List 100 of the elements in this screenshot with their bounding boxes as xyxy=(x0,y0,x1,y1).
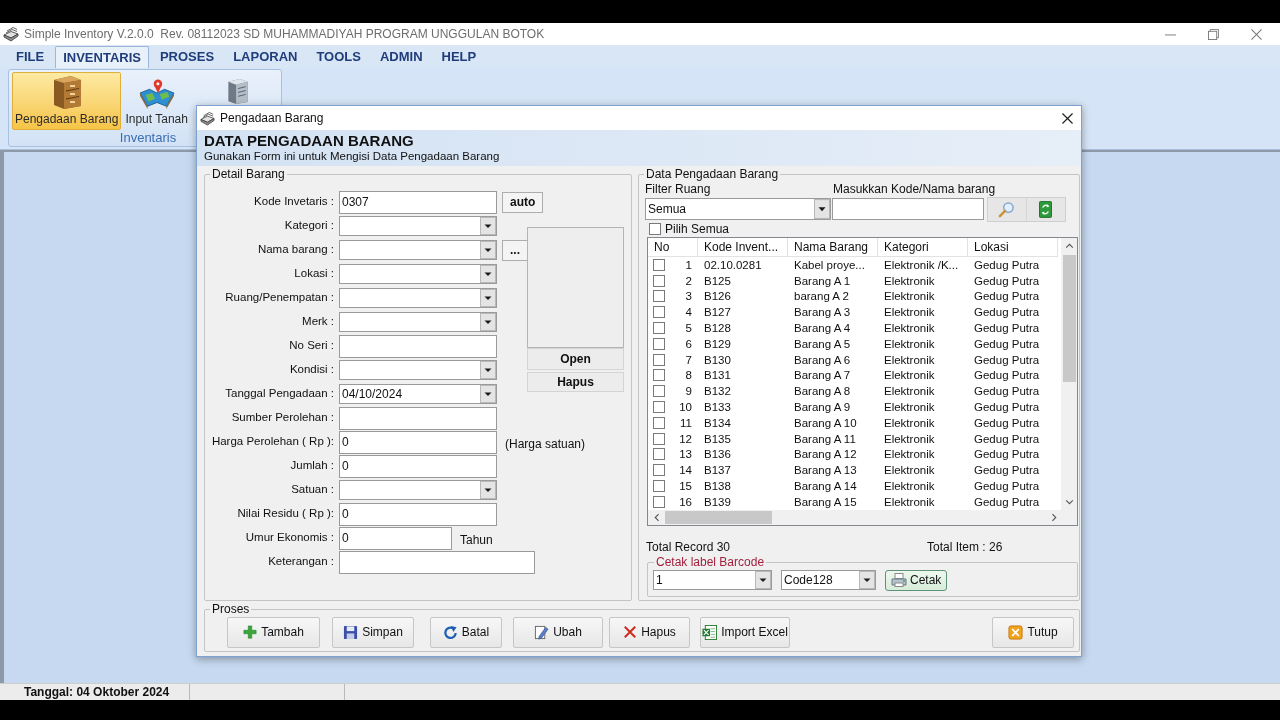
close-icon[interactable] xyxy=(1062,112,1073,124)
row-checkbox[interactable] xyxy=(653,290,665,303)
group-title: Data Pengadaan Barang xyxy=(645,167,780,181)
row-checkbox[interactable] xyxy=(653,274,665,287)
server-icon[interactable] xyxy=(225,78,250,105)
ribbon-button[interactable]: Pengadaan Barang xyxy=(12,72,122,130)
image-button[interactable]: Open xyxy=(527,348,624,370)
table-cell-text: B126 xyxy=(703,289,732,304)
row-checkbox[interactable] xyxy=(653,369,665,382)
search-field[interactable] xyxy=(832,198,984,220)
map-icon xyxy=(137,78,176,110)
select-all-checkbox[interactable] xyxy=(649,223,661,235)
menu-tab[interactable]: PROSES xyxy=(151,46,223,68)
dropdown-field[interactable]: Code128 xyxy=(781,570,876,590)
table-cell-text: Elektronik xyxy=(883,415,936,430)
row-checkbox[interactable] xyxy=(653,337,665,350)
table-cell-text: Barang A 11 xyxy=(793,431,857,446)
menu-tab[interactable]: HELP xyxy=(433,46,485,68)
row-checkbox[interactable] xyxy=(653,416,665,429)
horizontal-scrollbar[interactable] xyxy=(648,510,1077,525)
table-cell-text: Barang A 8 xyxy=(793,384,852,399)
image-button[interactable]: Hapus xyxy=(527,372,624,392)
group-title: Proses xyxy=(211,602,251,616)
text-field[interactable]: 0 xyxy=(339,526,452,550)
column-header[interactable]: Nama Barang xyxy=(788,238,878,257)
dialog-title: Pengadaan Barang xyxy=(220,110,324,127)
text-field[interactable] xyxy=(339,334,497,358)
action-button[interactable]: Hapus xyxy=(609,616,690,648)
text-field[interactable] xyxy=(339,550,535,574)
row-checkbox[interactable] xyxy=(653,401,665,414)
ribbon-button[interactable]: Input Tanah xyxy=(121,72,192,130)
row-checkbox[interactable] xyxy=(653,448,665,461)
field-button[interactable]: auto xyxy=(502,191,544,213)
text-field[interactable]: 0307 xyxy=(339,190,497,214)
action-button[interactable]: Ubah xyxy=(513,616,603,648)
spreadsheet-icon xyxy=(702,624,718,640)
total-item: Total Item : 26 xyxy=(927,539,1003,556)
table-cell-text: Barang A 13 xyxy=(793,463,858,478)
action-button[interactable]: Tutup xyxy=(992,616,1074,648)
action-button[interactable]: Tambah xyxy=(227,616,320,648)
table-cell-text: B128 xyxy=(703,321,732,336)
column-header[interactable]: Kategori xyxy=(878,238,968,257)
table-cell-text: Elektronik xyxy=(883,305,936,320)
text-field[interactable]: 0 xyxy=(339,502,497,526)
row-checkbox[interactable] xyxy=(653,464,665,477)
text-field[interactable]: 0 xyxy=(339,454,497,478)
field-button[interactable]: ... xyxy=(502,239,528,261)
print-button[interactable]: Cetak xyxy=(885,569,948,591)
action-button[interactable]: Import Excel xyxy=(700,616,790,648)
row-checkbox[interactable] xyxy=(653,480,665,493)
column-header[interactable]: Lokasi xyxy=(968,238,1058,257)
table-cell-text: B130 xyxy=(703,352,732,367)
action-button[interactable]: Simpan xyxy=(332,616,414,648)
vertical-scrollbar[interactable] xyxy=(1061,238,1077,510)
row-checkbox[interactable] xyxy=(653,385,665,398)
row-checkbox[interactable] xyxy=(653,432,665,445)
menu-tab[interactable]: INVENTARIS xyxy=(55,46,149,68)
text-field[interactable]: 0 xyxy=(339,430,497,454)
column-header[interactable]: No xyxy=(648,238,698,257)
dropdown-field[interactable] xyxy=(339,264,497,284)
dropdown-field[interactable] xyxy=(339,312,497,332)
dropdown-field[interactable]: 04/10/2024 xyxy=(339,384,497,404)
menu-tab[interactable]: LAPORAN xyxy=(225,46,306,68)
row-checkbox[interactable] xyxy=(653,353,665,366)
dropdown-field[interactable] xyxy=(339,288,497,308)
field-label: Nama barang : xyxy=(256,242,335,257)
dropdown-field[interactable]: 1 xyxy=(653,570,772,590)
dropdown-field[interactable] xyxy=(339,240,497,260)
form-subheading: Gunakan Form ini untuk Mengisi Data Pengadaan Barang xyxy=(204,150,501,163)
table-cell-text: Barang A 10 xyxy=(793,415,858,430)
menu-tab[interactable]: ADMIN xyxy=(371,46,431,68)
dropdown-field[interactable] xyxy=(339,360,497,380)
row-checkbox[interactable] xyxy=(653,306,665,319)
table-cell-text: Barang A 5 xyxy=(793,336,852,351)
dropdown-field[interactable] xyxy=(339,216,497,236)
dropdown-field[interactable]: Semua xyxy=(645,198,831,220)
scrollbar-thumb[interactable] xyxy=(665,511,772,524)
scroll-down-icon[interactable] xyxy=(1064,500,1074,505)
restore-icon[interactable] xyxy=(1208,28,1219,40)
total-record: Total Record 30 xyxy=(646,539,732,556)
row-checkbox[interactable] xyxy=(653,258,665,271)
scroll-right-icon[interactable] xyxy=(1052,513,1057,522)
row-number: 13 xyxy=(679,447,692,462)
menu-tab[interactable]: TOOLS xyxy=(308,46,369,68)
table-cell-text: Elektronik xyxy=(883,494,936,509)
table-cell-text: Barang A 9 xyxy=(793,400,852,415)
scrollbar-thumb[interactable] xyxy=(1062,255,1076,382)
action-button[interactable]: Batal xyxy=(430,616,502,648)
scroll-up-icon[interactable] xyxy=(1064,243,1074,248)
menu-tab[interactable]: FILE xyxy=(8,46,53,68)
dropdown-field[interactable] xyxy=(339,480,497,500)
column-header[interactable]: Kode Invent... xyxy=(698,238,788,257)
row-checkbox[interactable] xyxy=(653,322,665,335)
book-stack-icon xyxy=(200,110,215,126)
text-field[interactable] xyxy=(339,406,497,430)
row-checkbox[interactable] xyxy=(653,495,665,508)
table-cell-text: Elektronik xyxy=(883,289,936,304)
table-cell-text: B125 xyxy=(703,273,732,288)
scroll-left-icon[interactable] xyxy=(654,513,659,522)
table-cell-text: Elektronik xyxy=(883,273,936,288)
